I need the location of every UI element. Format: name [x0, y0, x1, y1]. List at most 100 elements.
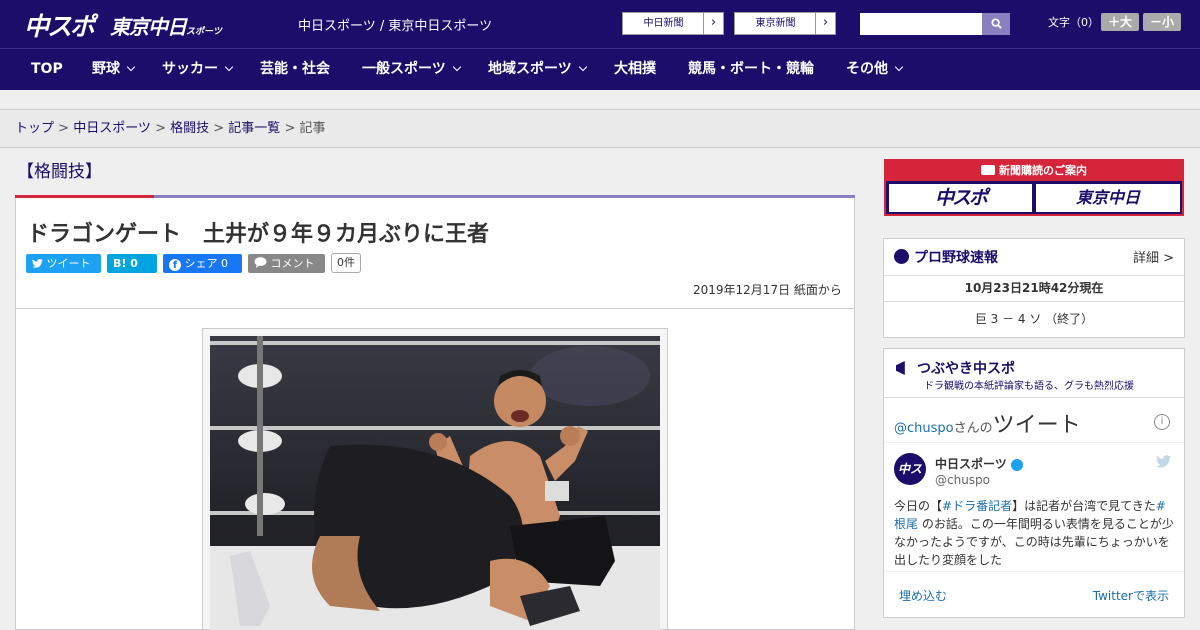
ad-stripe: [0, 90, 1200, 110]
facebook-share-label: シェア 0: [184, 257, 229, 270]
search-icon: [990, 18, 1002, 29]
tsubuyaki-subtitle[interactable]: ドラ観戦の本紙評論家も語る、グラも熱烈応援: [924, 377, 1134, 392]
tweet-author-handle[interactable]: @chuspo: [935, 473, 990, 487]
hashtag-link[interactable]: #ドラ番記者: [942, 499, 1012, 513]
breadcrumb-list[interactable]: 記事一覧: [228, 121, 280, 136]
breadcrumb-sep: >: [54, 121, 74, 136]
tweets-header: @chuspoさんのツイート: [894, 407, 1081, 439]
hatena-bookmark-button[interactable]: B! 0: [107, 254, 157, 273]
nav-label: 競馬・ボート・競輪: [688, 61, 814, 77]
divider: [884, 397, 1184, 398]
nav-item-local-sports[interactable]: 地域スポーツ: [488, 49, 587, 90]
baseball-title-text: プロ野球速報: [914, 250, 998, 266]
breadcrumb-sep: >: [209, 121, 229, 136]
breadcrumb-category[interactable]: 格闘技: [170, 121, 209, 136]
avatar[interactable]: 中スポ: [894, 453, 926, 508]
chunichi-shimbun-label: 中日新聞: [643, 18, 684, 29]
chunichi-shimbun-button[interactable]: 中日新聞 ›: [622, 12, 724, 35]
chevron-down-icon: [894, 62, 904, 72]
tweets-header-title: ツイート: [992, 413, 1081, 438]
font-size-label: 文字（0）: [1048, 16, 1099, 29]
tokyo-logo-text: 東京中日: [110, 15, 187, 39]
tweets-handle-link[interactable]: @chuspo: [894, 421, 954, 436]
search-button[interactable]: [982, 13, 1010, 35]
baseball-update-time: 10月23日21時42分現在: [964, 281, 1104, 295]
search-input[interactable]: [860, 13, 982, 35]
tweet-button[interactable]: ツイート: [26, 254, 101, 273]
breadcrumb: トップ > 中日スポーツ > 格闘技 > 記事一覧 > 記事: [0, 111, 1200, 148]
wrestling-photo-illustration: [210, 336, 660, 630]
tweet-text-part: 】は記者が台湾で見てきた: [1012, 499, 1156, 513]
tweet-label: ツイート: [46, 257, 91, 270]
subscription-title: 新聞購読のご案内: [886, 161, 1182, 181]
nav-item-top[interactable]: TOP: [31, 49, 63, 90]
chevron-right-icon: ›: [815, 13, 835, 34]
comment-label: コメント: [270, 257, 315, 270]
breadcrumb-chunichi[interactable]: 中日スポーツ: [73, 121, 151, 136]
tweet-footer: 埋め込む Twitterで表示: [884, 571, 1184, 617]
view-on-twitter-link[interactable]: Twitterで表示: [1093, 587, 1169, 604]
breadcrumb-top[interactable]: トップ: [15, 121, 54, 136]
twitter-bird-icon: [32, 258, 43, 268]
tweet-text: 今日の【#ドラ番記者】は記者が台湾で見てきた#根尾 のお話。この一年間明るい表情…: [894, 497, 1176, 569]
baseball-detail-link[interactable]: 詳細 >: [1133, 247, 1174, 266]
nav-item-racing[interactable]: 競馬・ボート・競輪: [688, 49, 814, 90]
speech-bubble-icon: [254, 257, 267, 268]
chevron-right-icon: ›: [703, 13, 723, 34]
facebook-icon: f: [169, 259, 181, 271]
divider: [884, 275, 1184, 276]
embed-link[interactable]: 埋め込む: [899, 587, 947, 604]
nav-item-general-sports[interactable]: 一般スポーツ: [362, 49, 461, 90]
nav-label: 大相撲: [614, 61, 656, 77]
chevron-down-icon: [452, 62, 461, 72]
nav-item-entertainment[interactable]: 芸能・社会: [260, 49, 330, 90]
tokyo-shimbun-label: 東京新聞: [755, 18, 796, 29]
tokyo-chunichi-subscribe-logo[interactable]: 東京中日: [1036, 184, 1180, 212]
divider: [884, 442, 1184, 443]
chevron-down-icon: [578, 62, 587, 72]
twitter-bird-icon[interactable]: [1156, 455, 1171, 472]
breadcrumb-sep: >: [150, 121, 171, 136]
tokyo-shimbun-button[interactable]: 東京新聞 ›: [734, 12, 836, 35]
baseball-icon: [894, 249, 909, 264]
subscription-title-text: 新聞購読のご案内: [999, 164, 1087, 177]
nav-item-soccer[interactable]: サッカー: [162, 49, 234, 90]
category-underline-accent: [15, 195, 154, 198]
nav-item-other[interactable]: その他: [846, 49, 904, 90]
hatena-label: B! 0: [113, 257, 138, 270]
category-heading: 【格闘技】: [17, 162, 102, 182]
chevron-down-icon: [126, 62, 136, 72]
chuspo-subscribe-logo[interactable]: 中スポ: [889, 184, 1032, 212]
baseball-title: プロ野球速報: [894, 247, 998, 267]
comment-button[interactable]: コメント: [248, 254, 325, 273]
nav-label: 野球: [92, 61, 120, 77]
tweet-author-name[interactable]: 中日スポーツ: [935, 455, 1023, 472]
tweet-text-part: のお話。この一年間明るい表情を見ることが少なかったようですが、この時は先輩にちょ…: [894, 517, 1174, 567]
baseball-score[interactable]: 巨 3 － 4 ソ （終了）: [884, 310, 1184, 327]
twitter-widget: つぶやき中スポ ドラ観戦の本紙評論家も語る、グラも熱烈応援 @chuspoさんの…: [883, 348, 1185, 618]
newspaper-icon: [981, 165, 995, 175]
font-size-plus-button[interactable]: ＋大: [1101, 13, 1139, 31]
facebook-share-button[interactable]: f シェア 0: [163, 254, 242, 273]
nav-item-sumo[interactable]: 大相撲: [614, 49, 656, 90]
tsubuyaki-title-text: つぶやき中スポ: [917, 361, 1015, 377]
info-icon[interactable]: i: [1154, 414, 1170, 430]
chuspo-logo[interactable]: 中スポ: [24, 7, 95, 43]
article-headline: ドラゴンゲート 土井が９年９カ月ぶりに王者: [27, 222, 490, 247]
pro-baseball-scores: プロ野球速報 詳細 > 10月23日21時42分現在 巨 3 － 4 ソ （終了…: [883, 238, 1185, 338]
breadcrumb-sep: >: [280, 121, 300, 136]
nav-label: TOP: [31, 61, 63, 77]
article-photo[interactable]: [210, 336, 660, 630]
nav-item-baseball[interactable]: 野球: [92, 49, 136, 90]
font-size-minus-button[interactable]: －小: [1143, 13, 1181, 31]
tsubuyaki-title: つぶやき中スポ: [896, 358, 1015, 378]
nav-label: その他: [846, 61, 888, 77]
comment-count-badge: 0件: [331, 253, 361, 273]
tweet-text-part: 今日の【: [894, 499, 943, 513]
nav-label: サッカー: [162, 61, 218, 77]
main-nav: TOP 野球 サッカー 芸能・社会 一般スポーツ 地域スポーツ 大相撲 競馬・ボ…: [0, 48, 1200, 90]
tokyo-chunichi-logo[interactable]: 東京中日スポーツ: [110, 11, 222, 40]
divider: [884, 301, 1184, 302]
subscription-banner[interactable]: 新聞購読のご案内 中スポ 東京中日: [884, 159, 1184, 216]
nav-label: 芸能・社会: [260, 61, 330, 77]
